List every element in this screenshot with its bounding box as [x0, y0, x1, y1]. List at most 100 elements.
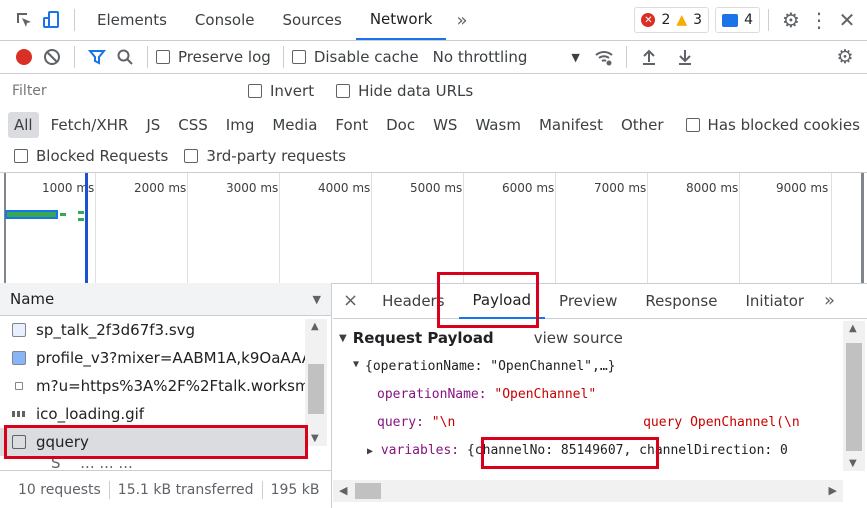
type-fetch-xhr[interactable]: Fetch/XHR: [45, 112, 135, 138]
scroll-left-arrow-icon[interactable]: ◀: [339, 484, 347, 497]
operation-name-line: operationName: "OpenChannel": [377, 387, 596, 402]
view-source-link[interactable]: view source: [534, 329, 623, 347]
type-js[interactable]: JS: [140, 112, 166, 138]
throttling-select[interactable]: No throttling ▼: [433, 48, 580, 66]
network-conditions-icon[interactable]: [590, 43, 618, 71]
payload-scrollbar[interactable]: ▲ ▼: [843, 321, 865, 471]
timeline-tick-label: 9000 ms: [776, 181, 829, 195]
timeline-gridline: [279, 173, 280, 283]
timeline-request-bar: [78, 211, 84, 214]
error-count: 2: [661, 12, 671, 28]
timeline-gridline: [831, 173, 832, 283]
resources-size: 195 kB: [270, 481, 320, 498]
more-menu-icon[interactable]: ⋮: [805, 6, 833, 34]
type-wasm[interactable]: Wasm: [469, 112, 527, 138]
filter-input[interactable]: [8, 78, 230, 104]
clear-icon[interactable]: [38, 43, 66, 71]
type-doc[interactable]: Doc: [380, 112, 421, 138]
payload-summary-line[interactable]: ▼ {operationName: "OpenChannel",…}: [353, 359, 615, 374]
third-party-requests-checkbox[interactable]: 3rd-party requests: [184, 147, 346, 165]
svg-file-icon: [12, 323, 26, 337]
separator: [282, 46, 284, 68]
blocked-filters: Blocked Requests 3rd-party requests: [0, 143, 867, 169]
request-detail-pane: × Headers Payload Preview Response Initi…: [333, 283, 867, 508]
close-devtools-icon[interactable]: ✕: [833, 6, 861, 34]
invert-checkbox[interactable]: Invert: [248, 82, 314, 100]
request-payload-section[interactable]: ▼ Request Payload view source: [339, 329, 623, 347]
separator: [625, 46, 627, 68]
separator: [147, 46, 148, 68]
timeline-gridline: [95, 173, 96, 283]
scrollbar-thumb[interactable]: [355, 483, 381, 499]
scroll-up-arrow-icon[interactable]: ▲: [849, 323, 857, 334]
type-media[interactable]: Media: [266, 112, 323, 138]
timeline-tick-label: 7000 ms: [594, 181, 647, 195]
json-key: operationName:: [377, 387, 487, 402]
inspect-element-icon[interactable]: [10, 6, 38, 34]
checkbox-box: [14, 149, 28, 163]
request-row[interactable]: sp_talk_2f3d67f3.svg: [0, 316, 305, 344]
detail-tabbar: × Headers Payload Preview Response Initi…: [333, 283, 867, 319]
tab-console[interactable]: Console: [181, 0, 269, 40]
type-img[interactable]: Img: [220, 112, 261, 138]
tab-response[interactable]: Response: [631, 283, 731, 319]
issues-counter[interactable]: ✕ 2 ▲ 3: [634, 7, 710, 33]
scrollbar-thumb[interactable]: [308, 364, 324, 414]
disable-cache-checkbox[interactable]: Disable cache: [291, 48, 419, 66]
scroll-right-arrow-icon[interactable]: ▶: [829, 484, 837, 497]
type-ws[interactable]: WS: [427, 112, 463, 138]
scroll-down-arrow-icon[interactable]: ▼: [849, 458, 857, 469]
type-manifest[interactable]: Manifest: [533, 112, 609, 138]
tab-sources[interactable]: Sources: [268, 0, 355, 40]
tab-network[interactable]: Network: [355, 0, 447, 40]
messages-counter[interactable]: 4: [715, 7, 760, 33]
timeline-overview[interactable]: 1000 ms 2000 ms 3000 ms 4000 ms 5000 ms …: [0, 173, 867, 283]
type-other[interactable]: Other: [615, 112, 670, 138]
blocked-requests-checkbox[interactable]: Blocked Requests: [14, 147, 168, 165]
tab-initiator[interactable]: Initiator: [731, 283, 818, 319]
search-icon[interactable]: [111, 43, 139, 71]
collapse-triangle-icon: ▶: [367, 446, 374, 457]
has-blocked-cookies-checkbox[interactable]: Has blocked cookies: [685, 116, 860, 134]
highlight-box-gquery-row: [4, 425, 308, 459]
tab-preview[interactable]: Preview: [545, 283, 631, 319]
json-brace: {: [466, 443, 475, 458]
request-row[interactable]: profile_v3?mixer=AABM1A,k9OaAAA$: [0, 344, 305, 372]
timeline-gridline: [739, 173, 740, 283]
warning-icon: ▲: [676, 12, 688, 28]
request-row[interactable]: m?u=https%3A%2F%2Ftalk.worksmo: [0, 372, 305, 400]
filter-funnel-icon[interactable]: [83, 43, 111, 71]
timeline-tick-label: 3000 ms: [226, 181, 279, 195]
json-string-tail: query OpenChannel(\n: [643, 415, 800, 430]
preserve-log-checkbox[interactable]: Preserve log: [156, 48, 271, 66]
request-row[interactable]: ico_loading.gif: [0, 400, 305, 428]
close-detail-icon[interactable]: ×: [333, 290, 368, 311]
tab-elements[interactable]: Elements: [83, 0, 181, 40]
request-list-header[interactable]: Name ▼: [0, 283, 331, 316]
type-css[interactable]: CSS: [172, 112, 214, 138]
import-har-icon[interactable]: [635, 43, 663, 71]
type-font[interactable]: Font: [329, 112, 374, 138]
payload-horizontal-scrollbar[interactable]: ◀ ▶: [333, 480, 843, 502]
scrollbar-thumb[interactable]: [846, 343, 862, 451]
timeline-left-handle[interactable]: [4, 173, 6, 283]
hide-data-urls-checkbox[interactable]: Hide data URLs: [336, 82, 473, 100]
sort-arrow-icon: ▼: [312, 292, 321, 306]
more-tabs-button[interactable]: »: [456, 10, 467, 31]
record-icon[interactable]: [10, 43, 38, 71]
timeline-tick-label: 4000 ms: [318, 181, 371, 195]
timeline-right-handle[interactable]: [861, 173, 864, 283]
expand-triangle-icon: ▼: [353, 359, 360, 370]
network-settings-gear-icon[interactable]: ⚙: [831, 43, 859, 71]
scroll-up-arrow-icon[interactable]: ▲: [311, 321, 319, 332]
request-list-scrollbar[interactable]: ▲ ▼: [305, 319, 327, 446]
settings-gear-icon[interactable]: ⚙: [777, 6, 805, 34]
timeline-request-bar: [60, 213, 66, 216]
warning-count: 3: [693, 12, 703, 28]
timeline-tick-label: 5000 ms: [410, 181, 463, 195]
type-all[interactable]: All: [8, 112, 39, 138]
more-detail-tabs-button[interactable]: »: [824, 290, 835, 311]
device-toolbar-icon[interactable]: [38, 6, 66, 34]
scroll-down-arrow-icon[interactable]: ▼: [311, 433, 319, 444]
export-har-icon[interactable]: [671, 43, 699, 71]
